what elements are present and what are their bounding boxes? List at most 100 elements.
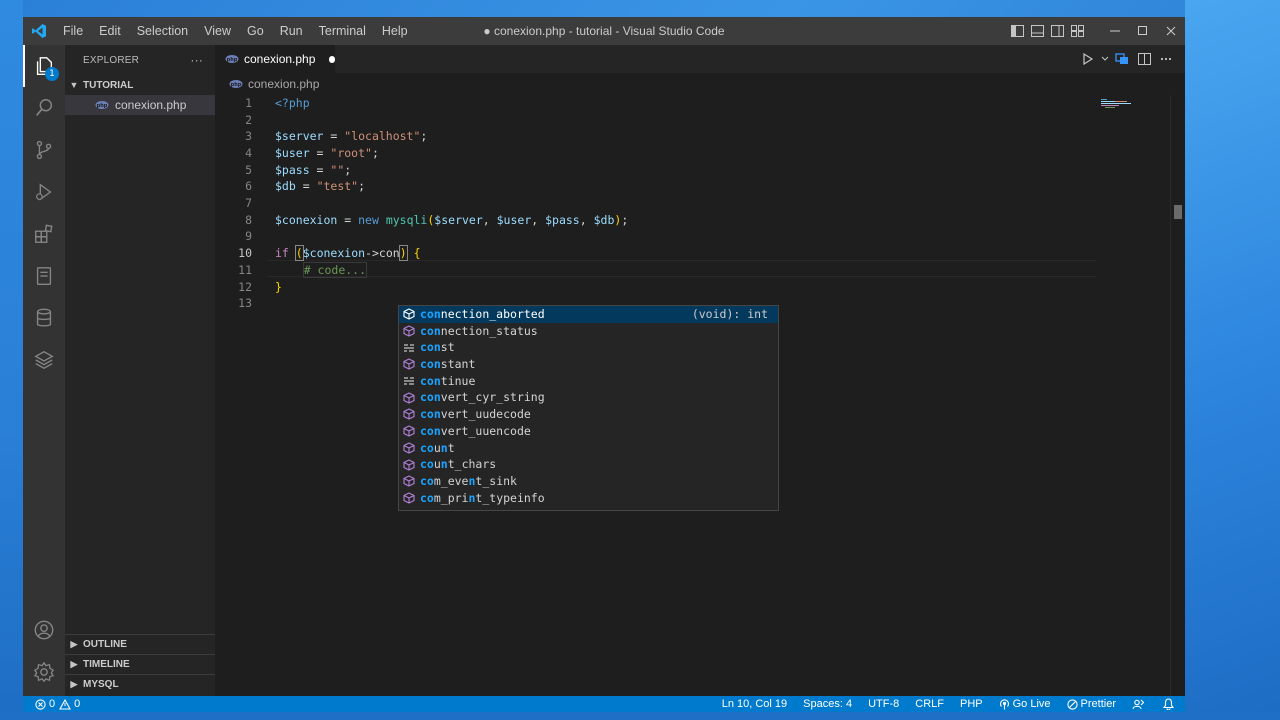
rest-text: tinue [440, 373, 476, 388]
search-icon[interactable] [23, 87, 65, 129]
suggest-item[interactable]: com_print_typeinfo [399, 490, 778, 507]
prettier-icon [1066, 698, 1078, 710]
customize-layout-icon[interactable] [1067, 17, 1087, 45]
layers-icon[interactable] [23, 339, 65, 381]
language-mode[interactable]: PHP [960, 698, 983, 710]
code-editor[interactable]: 1 <?php 2 3 $server = "localhost"; 4 $user … [215, 95, 1170, 696]
section-outline[interactable]: ▶ OUTLINE [65, 634, 215, 654]
more-actions-icon[interactable] [1155, 45, 1177, 73]
source-control-icon[interactable] [23, 129, 65, 171]
suggest-item[interactable]: com_event_sink [399, 473, 778, 490]
minimize-icon[interactable] [1101, 17, 1129, 45]
suggest-item[interactable]: const [399, 339, 778, 356]
suggest-item[interactable]: connection_aborted (void): int [399, 306, 778, 323]
code-line: 4 $user = "root"; [215, 145, 1170, 162]
file-item-conexion[interactable]: php conexion.php [65, 95, 215, 115]
line-number: 12 [238, 280, 252, 294]
cursor-position[interactable]: Ln 10, Col 19 [722, 698, 787, 710]
rest-text: t_chars [447, 457, 497, 472]
toggle-panel-icon[interactable] [1027, 17, 1047, 45]
end-of-line[interactable]: CRLF [915, 698, 944, 710]
toggle-sidebar-icon[interactable] [1007, 17, 1027, 45]
code-line: 8 $conexion = new mysqli($server, $user, … [215, 212, 1170, 229]
method-icon [402, 441, 416, 455]
extensions-icon[interactable] [23, 213, 65, 255]
encoding[interactable]: UTF-8 [868, 698, 899, 710]
folder-tutorial[interactable]: ▼ TUTORIAL [65, 75, 215, 95]
account-icon[interactable] [23, 609, 65, 651]
maximize-icon[interactable] [1129, 17, 1157, 45]
prettier-label: Prettier [1080, 698, 1116, 710]
section-mysql[interactable]: ▶ MYSQL [65, 674, 215, 694]
suggest-item[interactable]: convert_uudecode [399, 406, 778, 423]
menu-selection[interactable]: Selection [129, 17, 196, 45]
match-text: con [420, 307, 441, 321]
open-preview-icon[interactable] [1111, 45, 1133, 73]
keyword-icon [402, 341, 416, 355]
rest-text: u [433, 457, 441, 472]
prettier-button[interactable]: Prettier [1066, 698, 1116, 710]
vscode-window: File Edit Selection View Go Run Terminal… [23, 17, 1185, 712]
suggest-item[interactable]: convert_cyr_string [399, 389, 778, 406]
problems-indicator[interactable]: 0 0 [35, 698, 80, 710]
menu-go[interactable]: Go [239, 17, 272, 45]
line-number: 3 [245, 129, 252, 143]
unsaved-dot-icon[interactable] [329, 55, 335, 63]
editor-group: php conexion.php php conexion.php 1 <?ph… [215, 45, 1185, 696]
line-number: 7 [245, 196, 252, 210]
indentation[interactable]: Spaces: 4 [803, 698, 852, 710]
vertical-scrollbar[interactable] [1170, 95, 1185, 696]
more-actions-icon[interactable]: ··· [190, 53, 203, 67]
notifications-bell-icon[interactable] [1163, 698, 1177, 710]
rest-text: vert_uuencode [440, 423, 531, 438]
menu-file[interactable]: File [55, 17, 91, 45]
code-line: 9 [215, 228, 1170, 245]
menu-terminal[interactable]: Terminal [311, 17, 374, 45]
minimap[interactable] [1101, 95, 1171, 135]
suggest-item[interactable]: count_chars [399, 456, 778, 473]
tab-label: conexion.php [244, 52, 316, 66]
rest-text: stant [440, 357, 476, 372]
menu-view[interactable]: View [196, 17, 239, 45]
match-text: co [420, 457, 434, 472]
suggest-item[interactable]: count [399, 440, 778, 457]
go-live-button[interactable]: Go Live [999, 698, 1051, 710]
menu-edit[interactable]: Edit [91, 17, 129, 45]
suggest-item[interactable]: convert_uuencode [399, 423, 778, 440]
settings-gear-icon[interactable] [23, 651, 65, 693]
editor-actions [1077, 45, 1177, 73]
database-icon[interactable] [23, 297, 65, 339]
suggest-item[interactable]: connection_status [399, 323, 778, 340]
section-timeline[interactable]: ▶ TIMELINE [65, 654, 215, 674]
method-icon [402, 307, 416, 321]
breadcrumb-file[interactable]: conexion.php [248, 77, 319, 91]
rest-text: nection_aborted [440, 307, 545, 321]
sidebar-title: EXPLORER [83, 54, 140, 66]
title-bar: File Edit Selection View Go Run Terminal… [23, 17, 1185, 45]
error-count: 0 [49, 698, 56, 710]
suggest-item[interactable]: continue [399, 373, 778, 390]
desktop-background-bottom [0, 712, 1280, 720]
close-icon[interactable] [1157, 17, 1185, 45]
suggest-item[interactable]: constant [399, 356, 778, 373]
sidebar-header: EXPLORER ··· [65, 45, 215, 75]
run-debug-icon[interactable] [23, 171, 65, 213]
tab-conexion-php[interactable]: php conexion.php [215, 45, 335, 73]
rest-text: m_pri [433, 490, 469, 505]
chevron-down-icon[interactable] [1099, 45, 1111, 73]
rest-text: nection_status [440, 323, 538, 338]
code-line: 3 $server = "localhost"; [215, 128, 1170, 145]
method-icon [402, 474, 416, 488]
notebook-icon[interactable] [23, 255, 65, 297]
php-file-icon: php [225, 54, 239, 64]
menu-help[interactable]: Help [374, 17, 416, 45]
toggle-secondary-sidebar-icon[interactable] [1047, 17, 1067, 45]
explorer-icon[interactable]: 1 [23, 45, 65, 87]
chevron-down-icon: ▼ [69, 80, 79, 90]
section-label: TIMELINE [83, 659, 130, 670]
run-icon[interactable] [1077, 45, 1099, 73]
menu-run[interactable]: Run [272, 17, 311, 45]
live-share-icon[interactable] [1132, 699, 1147, 710]
scrollbar-thumb[interactable] [1174, 205, 1182, 219]
split-editor-icon[interactable] [1133, 45, 1155, 73]
